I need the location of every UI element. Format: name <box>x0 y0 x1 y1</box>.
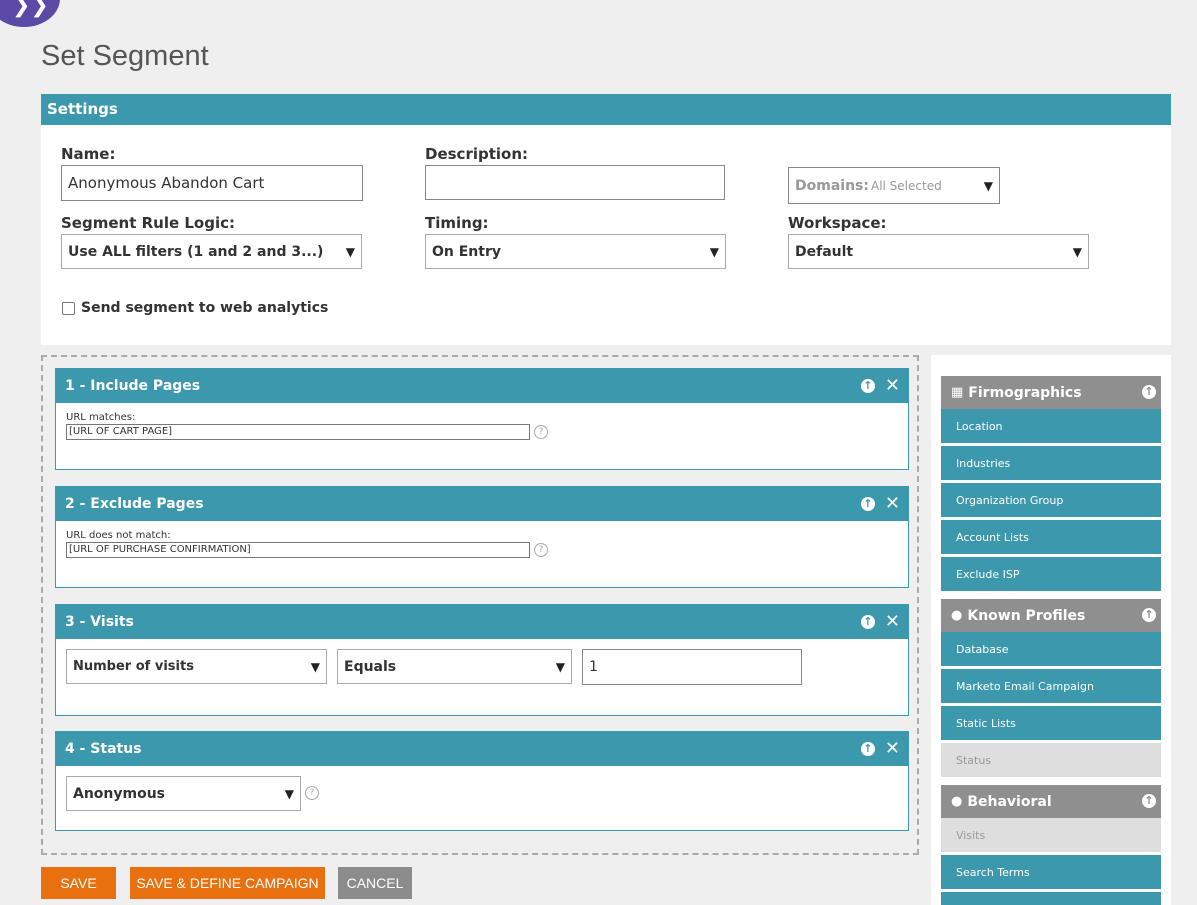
collapse-up-icon[interactable]: ↑ <box>1142 385 1156 399</box>
filter-card-header[interactable]: 4 - Status ↑ ✕ <box>56 732 908 766</box>
people-icon: ● <box>951 794 963 809</box>
timing-value: On Entry <box>432 243 501 260</box>
save-button[interactable]: SAVE <box>41 867 116 899</box>
visits-value: 1 <box>589 659 598 675</box>
move-up-icon[interactable]: ↑ <box>860 497 875 511</box>
filter-title: 1 - Include Pages <box>65 378 201 394</box>
sidebar-item-search-terms[interactable]: Search Terms <box>941 855 1161 889</box>
close-icon[interactable]: ✕ <box>885 495 900 513</box>
field-label: URL does not match: <box>66 530 171 541</box>
description-label: Description: <box>425 145 529 163</box>
collapse-up-icon[interactable]: ↑ <box>1142 794 1156 808</box>
web-analytics-label: Send segment to web analytics <box>81 300 329 316</box>
filter-card-header[interactable]: 3 - Visits ↑ ✕ <box>56 605 908 639</box>
dropdown-arrow-icon: ▼ <box>1072 244 1082 259</box>
help-icon[interactable]: ? <box>305 786 319 800</box>
dropdown-arrow-icon: ▼ <box>284 786 294 801</box>
section-header-firmographics[interactable]: ▦ Firmographics ↑ <box>941 376 1161 409</box>
section-header-behavioral[interactable]: ● Behavioral ↑ <box>941 785 1161 818</box>
move-up-icon[interactable]: ↑ <box>860 615 875 629</box>
dropdown-arrow-icon: ▼ <box>983 178 993 193</box>
help-icon[interactable]: ? <box>534 543 548 557</box>
rule-logic-value: Use ALL filters (1 and 2 and 3...) <box>68 243 324 260</box>
sidebar-item-industries[interactable]: Industries <box>941 446 1161 480</box>
person-icon: ● <box>951 608 963 623</box>
url-value: [URL OF CART PAGE] <box>69 426 173 437</box>
filter-title: 4 - Status <box>65 741 142 757</box>
filter-card-visits: 3 - Visits ↑ ✕ Number of visits ▼ Equals… <box>55 604 909 716</box>
close-icon[interactable]: ✕ <box>885 613 900 631</box>
domains-label: Domains: <box>795 177 869 194</box>
sidebar-item-account-lists[interactable]: Account Lists <box>941 520 1161 554</box>
filter-card-exclude-pages: 2 - Exclude Pages ↑ ✕ URL does not match… <box>55 486 909 588</box>
filter-title: 3 - Visits <box>65 614 134 630</box>
web-analytics-row: Send segment to web analytics <box>62 300 328 316</box>
section-title: Behavioral <box>967 793 1052 810</box>
sidebar-item-exclude-isp[interactable]: Exclude ISP <box>941 557 1161 591</box>
filter-card-include-pages: 1 - Include Pages ↑ ✕ URL matches: [URL … <box>55 368 909 470</box>
sidebar-item-marketo-email-campaign[interactable]: Marketo Email Campaign <box>941 669 1161 703</box>
status-value: Anonymous <box>73 785 166 802</box>
name-label: Name: <box>61 145 116 163</box>
dropdown-arrow-icon: ▼ <box>709 244 719 259</box>
sidebar-item-static-lists[interactable]: Static Lists <box>941 706 1161 740</box>
web-analytics-checkbox[interactable] <box>62 301 75 315</box>
dropdown-arrow-icon: ▼ <box>555 659 565 674</box>
timing-label: Timing: <box>425 214 489 232</box>
workspace-select[interactable]: Default ▼ <box>788 234 1089 269</box>
url-input[interactable]: [URL OF PURCHASE CONFIRMATION] <box>66 542 530 558</box>
save-define-campaign-button[interactable]: SAVE & DEFINE CAMPAIGN <box>130 867 325 899</box>
visits-metric-value: Number of visits <box>73 659 194 674</box>
filter-card-header[interactable]: 2 - Exclude Pages ↑ ✕ <box>56 487 908 521</box>
sidebar-item-location[interactable]: Location <box>941 409 1161 443</box>
name-value: Anonymous Abandon Cart <box>68 174 265 192</box>
filter-drop-area: 1 - Include Pages ↑ ✕ URL matches: [URL … <box>41 355 919 855</box>
move-up-icon[interactable]: ↑ <box>860 379 875 393</box>
cancel-button[interactable]: CANCEL <box>338 867 412 899</box>
rule-logic-label: Segment Rule Logic: <box>61 214 235 232</box>
visits-value-input[interactable]: 1 <box>582 649 802 685</box>
section-title: Firmographics <box>968 384 1082 401</box>
sidebar-item-partial[interactable] <box>941 892 1161 905</box>
sidebar-item-status: Status <box>941 743 1161 777</box>
section-title: Known Profiles <box>967 607 1086 624</box>
move-up-icon[interactable]: ↑ <box>860 742 875 756</box>
workspace-value: Default <box>795 243 854 260</box>
page-title: Set Segment <box>41 40 209 72</box>
filter-card-status: 4 - Status ↑ ✕ Anonymous ▼ ? <box>55 731 909 831</box>
visits-operator-value: Equals <box>344 658 397 675</box>
sidebar-item-visits: Visits <box>941 818 1161 852</box>
chevron-icon: ❯❯ <box>12 0 49 18</box>
filter-card-header[interactable]: 1 - Include Pages ↑ ✕ <box>56 369 908 403</box>
domains-value: All Selected <box>870 178 942 193</box>
timing-select[interactable]: On Entry ▼ <box>425 234 726 269</box>
url-value: [URL OF PURCHASE CONFIRMATION] <box>69 544 251 555</box>
settings-panel: Settings Name: Anonymous Abandon Cart De… <box>41 94 1171 345</box>
close-icon[interactable]: ✕ <box>885 740 900 758</box>
settings-header: Settings <box>41 94 1171 125</box>
description-field[interactable] <box>425 165 725 200</box>
building-icon: ▦ <box>951 385 964 400</box>
status-select[interactable]: Anonymous ▼ <box>66 776 301 811</box>
visits-operator-select[interactable]: Equals ▼ <box>337 649 572 684</box>
dropdown-arrow-icon: ▼ <box>310 659 320 674</box>
name-field[interactable]: Anonymous Abandon Cart <box>61 165 363 201</box>
domains-select[interactable]: Domains: All Selected ▼ <box>788 167 1000 204</box>
filter-library-sidebar: ▦ Firmographics ↑ Location Industries Or… <box>931 355 1171 905</box>
help-icon[interactable]: ? <box>534 425 548 439</box>
visits-metric-select[interactable]: Number of visits ▼ <box>66 649 327 684</box>
section-header-known-profiles[interactable]: ● Known Profiles ↑ <box>941 599 1161 632</box>
sidebar-item-database[interactable]: Database <box>941 632 1161 666</box>
filter-title: 2 - Exclude Pages <box>65 496 204 512</box>
app-logo[interactable]: ❯❯ <box>0 0 60 27</box>
dropdown-arrow-icon: ▼ <box>345 244 355 259</box>
collapse-up-icon[interactable]: ↑ <box>1142 608 1156 622</box>
url-input[interactable]: [URL OF CART PAGE] <box>66 424 530 440</box>
close-icon[interactable]: ✕ <box>885 377 900 395</box>
sidebar-item-organization-group[interactable]: Organization Group <box>941 483 1161 517</box>
rule-logic-select[interactable]: Use ALL filters (1 and 2 and 3...) ▼ <box>61 234 362 269</box>
workspace-label: Workspace: <box>788 214 887 232</box>
field-label: URL matches: <box>66 412 136 423</box>
